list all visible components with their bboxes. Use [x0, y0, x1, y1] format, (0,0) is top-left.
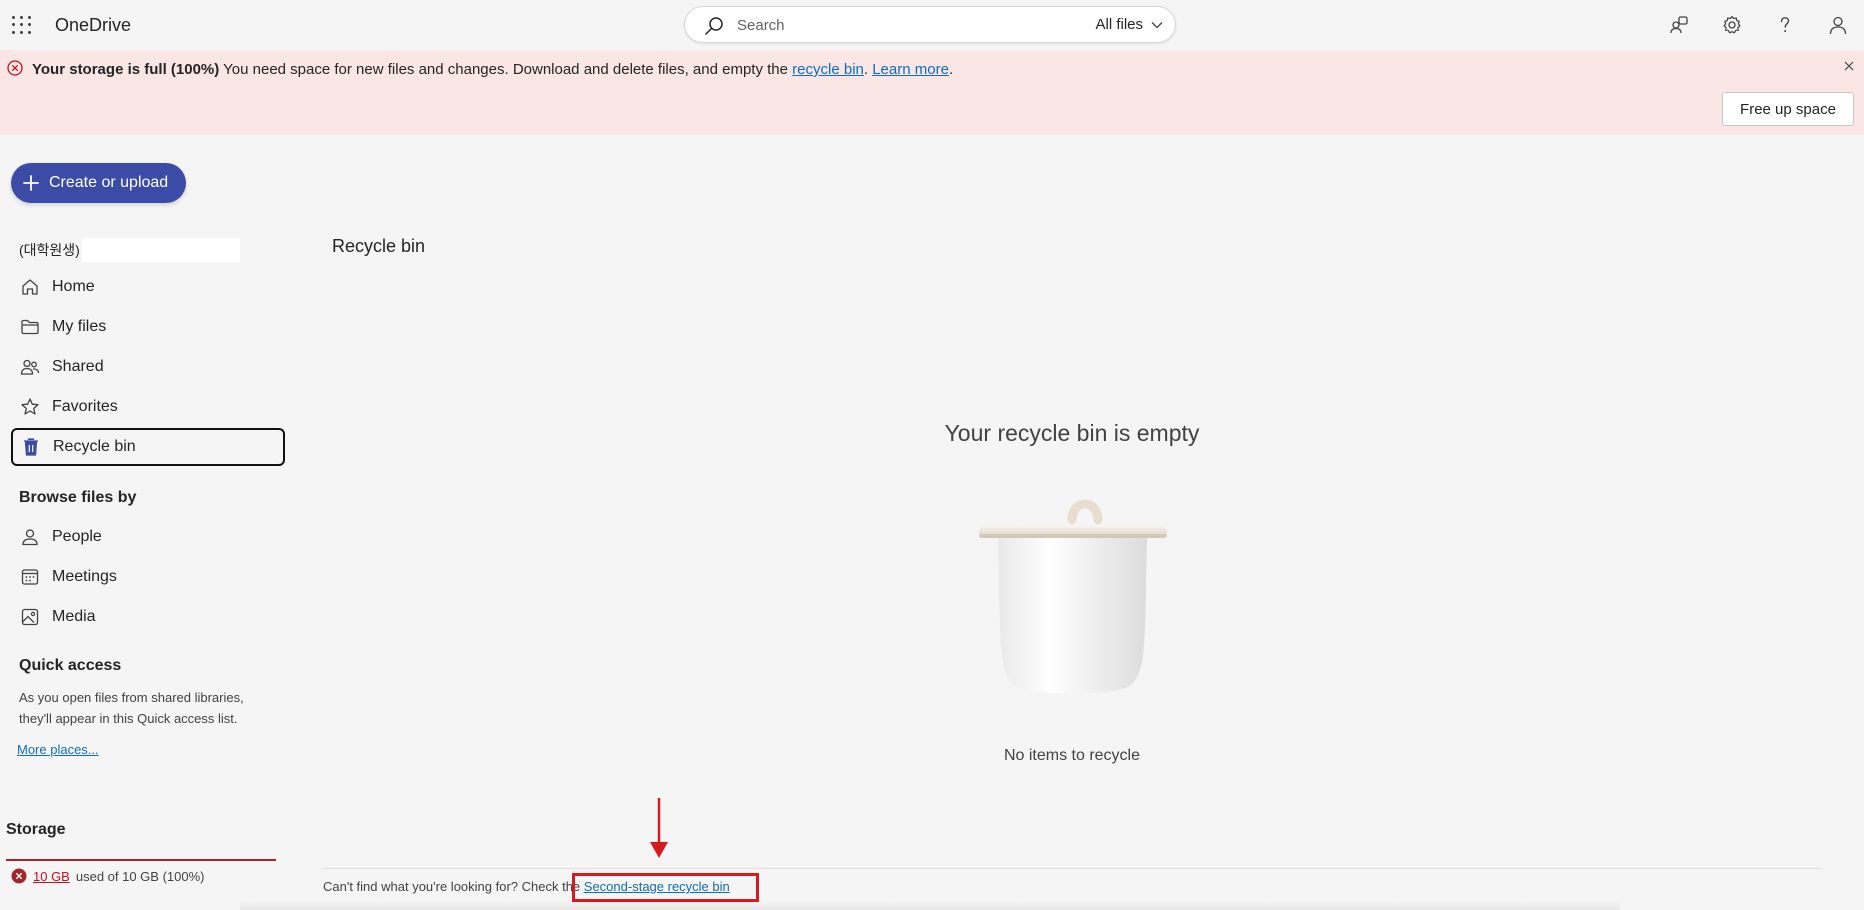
quick-access-heading: Quick access — [19, 657, 122, 674]
chevron-down-icon — [1151, 21, 1163, 28]
storage-full-banner: Your storage is full (100%) You need spa… — [0, 50, 1864, 135]
search-scope-label: All files — [1095, 16, 1143, 33]
calendar-icon — [21, 569, 39, 585]
sidebar-item-label: People — [52, 528, 102, 545]
person-icon — [22, 529, 38, 546]
search-scope-dropdown[interactable]: All files — [1095, 16, 1163, 33]
recycle-bin-icon — [24, 438, 38, 456]
search-input[interactable] — [737, 13, 1037, 37]
error-icon — [7, 60, 23, 76]
star-icon — [21, 398, 39, 415]
annotation-highlight-box — [572, 873, 759, 902]
sidebar-item-favorites[interactable]: Favorites — [11, 388, 285, 426]
quick-access-description: As you open files from shared libraries,… — [19, 690, 244, 726]
annotation-arrow-icon — [650, 798, 668, 858]
banner-title: Your storage is full (100%) — [32, 61, 220, 78]
settings-button[interactable] — [1705, 0, 1758, 50]
search-box[interactable]: All files — [684, 6, 1176, 43]
banner-message: Your storage is full (100%) You need spa… — [32, 61, 953, 78]
create-or-upload-label: Create or upload — [49, 174, 169, 191]
account-label: (대학원생) — [19, 242, 80, 258]
plus-icon — [23, 175, 39, 191]
empty-bin-illustration — [979, 499, 1167, 694]
sidebar-item-people[interactable]: People — [11, 518, 285, 556]
error-icon — [11, 868, 27, 884]
storage-usage: 10 GB used of 10 GB (100%) — [11, 868, 205, 884]
storage-used-text: used of 10 GB (100%) — [75, 868, 205, 884]
banner-end: . — [948, 61, 954, 78]
top-bar: OneDrive All files — [0, 0, 1864, 50]
browse-files-heading: Browse files by — [19, 489, 137, 506]
sidebar-item-home[interactable]: Home — [11, 268, 285, 306]
more-places-link[interactable]: More places... — [17, 742, 99, 757]
search-icon — [705, 17, 723, 35]
sidebar-item-shared[interactable]: Shared — [11, 348, 285, 386]
bottom-edge-shadow — [240, 900, 1620, 910]
help-icon — [1780, 17, 1789, 32]
storage-used-link[interactable]: 10 GB — [33, 869, 70, 884]
sidebar-item-media[interactable]: Media — [11, 598, 285, 636]
sidebar-item-label: Meetings — [52, 568, 117, 585]
banner-separator: . — [863, 61, 873, 78]
sidebar-item-label: Home — [52, 278, 95, 295]
recycle-bin-link[interactable]: recycle bin — [792, 61, 864, 78]
sidebar-item-label: Media — [52, 608, 96, 625]
feedback-icon — [1669, 16, 1688, 34]
help-button[interactable] — [1758, 0, 1811, 50]
people-icon — [20, 359, 40, 375]
storage-meter-fill — [6, 859, 276, 861]
folder-icon — [21, 319, 39, 335]
footer-divider — [322, 868, 1822, 869]
empty-state-title: Your recycle bin is empty — [944, 420, 1200, 446]
storage-meter — [6, 859, 276, 861]
free-up-space-button[interactable]: Free up space — [1722, 92, 1854, 126]
app-name[interactable]: OneDrive — [55, 15, 131, 36]
user-icon — [1829, 16, 1846, 35]
close-icon[interactable] — [1842, 59, 1856, 73]
gear-icon — [1722, 15, 1741, 34]
sidebar-item-my-files[interactable]: My files — [11, 308, 285, 346]
sidebar-item-label: Shared — [52, 358, 104, 375]
sidebar-item-label: Favorites — [52, 398, 118, 415]
empty-state-subtitle: No items to recycle — [1003, 747, 1141, 764]
account-name: (대학원생) — [19, 238, 240, 262]
create-or-upload-button[interactable]: Create or upload — [11, 163, 186, 203]
account-button[interactable] — [1811, 0, 1864, 50]
banner-body: You need space for new files and changes… — [219, 61, 793, 78]
feedback-button[interactable] — [1652, 0, 1705, 50]
footer-prefix: Can't find what you're looking for? Chec… — [323, 879, 584, 894]
app-launcher-icon[interactable] — [10, 14, 32, 36]
image-icon — [21, 608, 39, 626]
sidebar-item-label: Recycle bin — [53, 438, 136, 455]
sidebar-item-recycle-bin[interactable]: Recycle bin — [11, 428, 285, 466]
storage-heading: Storage — [6, 821, 66, 838]
redacted-block — [81, 238, 240, 262]
page-title: Recycle bin — [332, 236, 426, 256]
sidebar-item-meetings[interactable]: Meetings — [11, 558, 285, 596]
sidebar-item-label: My files — [52, 318, 107, 335]
home-icon — [22, 279, 38, 295]
learn-more-link[interactable]: Learn more — [872, 61, 949, 78]
